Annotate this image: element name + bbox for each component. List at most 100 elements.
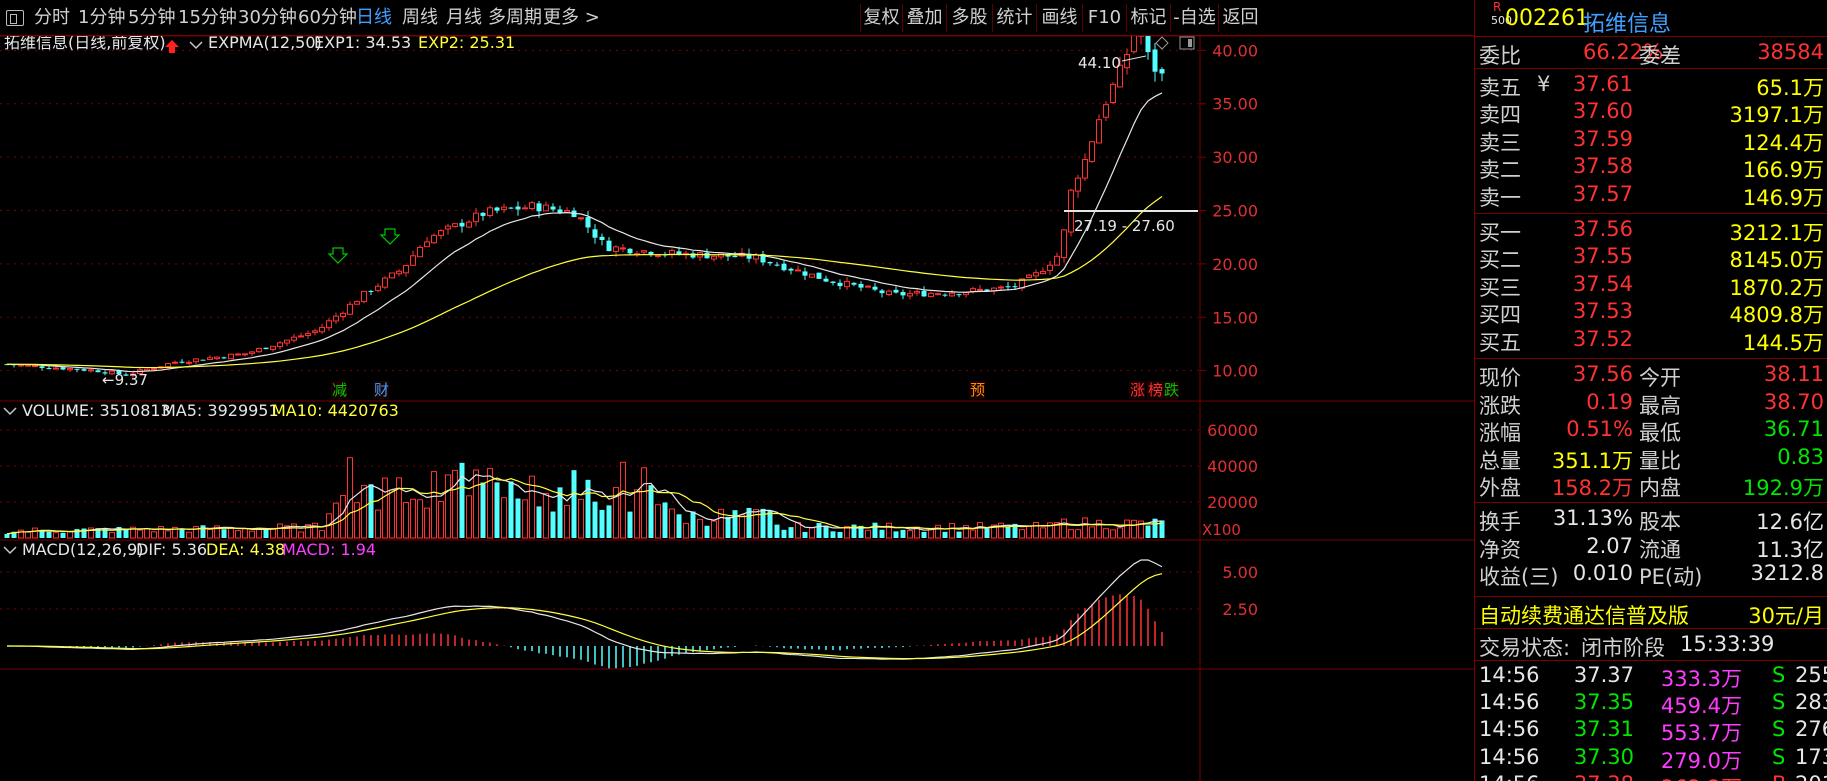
candle-body <box>249 351 255 354</box>
candle-body <box>998 286 1004 289</box>
quote-label: 涨幅 <box>1479 421 1521 446</box>
candle-body <box>466 221 472 228</box>
tick-volume: 333.3万 <box>1660 667 1742 691</box>
toolbar-button-1[interactable]: 叠加 <box>902 4 946 32</box>
dif-label: DIF: 5.36 <box>136 540 207 559</box>
period-tab-4[interactable]: 30分钟 <box>238 4 297 32</box>
kline-chart-area[interactable]: 40.00 35.00 30.00 25.00 20.00 15.00 10.00 60000… <box>0 24 1474 781</box>
finance-label: 净资 <box>1479 537 1521 562</box>
candle-body <box>1075 177 1081 192</box>
event-mark[interactable]: 财 <box>374 381 389 399</box>
candle-body <box>67 368 73 371</box>
kline-chart[interactable]: 40.00 35.00 30.00 25.00 20.00 15.00 10.00 60000… <box>0 24 1474 781</box>
period-tab-1[interactable]: 1分钟 <box>78 4 125 32</box>
candle-body <box>1082 158 1088 179</box>
stock-name: 拓维信息 <box>1583 12 1672 37</box>
candle-body <box>438 230 444 236</box>
period-tab-2[interactable]: 5分钟 <box>128 4 175 32</box>
toolbar-button-5[interactable]: F10 <box>1082 4 1126 32</box>
candle-body <box>340 312 346 317</box>
volume-bar <box>522 499 528 539</box>
period-tab-8[interactable]: 月线 <box>446 4 482 32</box>
candle-body <box>942 294 948 296</box>
period-tab-7[interactable]: 周线 <box>402 4 438 32</box>
promo-text[interactable]: 自动续费通达信普及版 <box>1479 600 1689 630</box>
period-tab-5[interactable]: 60分钟 <box>298 4 357 32</box>
exp1-line <box>6 92 1163 373</box>
candle-body <box>263 347 269 350</box>
candle-body <box>732 255 738 258</box>
tick-price: 37.30 <box>1573 744 1634 769</box>
volume-bar <box>977 522 983 539</box>
candle-body <box>606 240 612 252</box>
volume-bar <box>151 531 157 539</box>
volume-bar <box>445 474 451 539</box>
period-tab-9[interactable]: 多周期 <box>488 4 542 32</box>
toolbar-button-4[interactable]: 画线 <box>1036 4 1082 32</box>
period-tab-10[interactable]: 更多 > <box>543 4 600 32</box>
indicator-name[interactable]: EXPMA(12,50) <box>208 33 322 52</box>
volume-bar <box>571 470 577 538</box>
event-mark[interactable]: 榜 <box>1148 381 1163 399</box>
candle-body <box>1012 286 1018 288</box>
volume-bar <box>452 469 458 539</box>
candle-body <box>354 301 360 305</box>
toolbar-button-2[interactable]: 多股 <box>946 4 992 32</box>
quote-value: 192.9万 <box>1742 476 1824 501</box>
candle-body <box>501 206 507 211</box>
volume-bar <box>459 462 465 538</box>
period-tab-6[interactable]: 日线 <box>356 4 392 32</box>
candle-body <box>172 361 178 364</box>
toolbar-button-6[interactable]: 标记 <box>1126 4 1170 32</box>
toolbar-button-7[interactable]: -自选 <box>1170 4 1218 32</box>
volume-bar <box>158 526 164 539</box>
quote-label: 涨跌 <box>1479 393 1521 418</box>
candle-body <box>949 292 955 297</box>
volume-unit: X100 <box>1202 521 1241 539</box>
event-mark[interactable]: 预 <box>970 381 985 399</box>
candle-body <box>494 207 500 211</box>
volume-bar <box>886 522 892 539</box>
event-mark[interactable]: 减 <box>332 381 347 399</box>
weibi-label: 委比 <box>1479 44 1521 68</box>
period-toolbar: 分时 1分钟 5分钟 15分钟 30分钟 60分钟 日线 周线 月线 多周期 更多 > 复权 叠加 多股统… <box>0 0 1474 36</box>
bid-price: 37.55 <box>1572 244 1633 269</box>
volume-bar <box>564 504 570 539</box>
panel-toggle-icon[interactable] <box>6 10 24 26</box>
event-mark[interactable]: 涨 <box>1130 381 1145 399</box>
candle-body <box>690 253 696 258</box>
toolbar-button-0[interactable]: 复权 <box>860 4 902 32</box>
weicha-label: 委差 <box>1639 44 1681 68</box>
candle-body <box>60 367 66 370</box>
quote-value: 38.70 <box>1763 389 1824 414</box>
volume-bar <box>1005 526 1011 538</box>
finance-value: 12.6亿 <box>1756 510 1824 534</box>
candle-body <box>858 283 864 288</box>
candle-body <box>767 262 773 264</box>
candle-body <box>214 356 220 360</box>
ask-price: 37.61 <box>1572 72 1633 96</box>
volume-bar <box>578 498 584 539</box>
trade-status-time: 15:33:39 <box>1680 632 1775 656</box>
candle-body <box>46 368 52 370</box>
ask-volume: 3197.1万 <box>1729 103 1824 128</box>
period-tab-0[interactable]: 分时 <box>34 4 70 32</box>
tick-side: B <box>1772 772 1786 781</box>
period-tab-3[interactable]: 15分钟 <box>178 4 237 32</box>
volume-bar <box>501 497 507 539</box>
volume-bar <box>1026 525 1032 539</box>
toolbar-button-8[interactable]: 返回 <box>1218 4 1262 32</box>
volume-bar <box>424 507 430 539</box>
volume-bar <box>921 531 927 538</box>
volume-bar <box>536 506 542 538</box>
toolbar-button-3[interactable]: 统计 <box>992 4 1036 32</box>
ask-price: 37.58 <box>1572 154 1633 179</box>
volume-bar <box>550 511 556 538</box>
candle-body <box>557 209 563 213</box>
volume-label: VOLUME: 3510813 <box>22 401 171 420</box>
volume-bar <box>683 522 689 539</box>
event-mark[interactable]: 跌 <box>1164 381 1179 399</box>
ask-price: 37.60 <box>1572 99 1633 124</box>
dropdown-icon <box>189 41 203 50</box>
volume-bar <box>242 528 248 539</box>
